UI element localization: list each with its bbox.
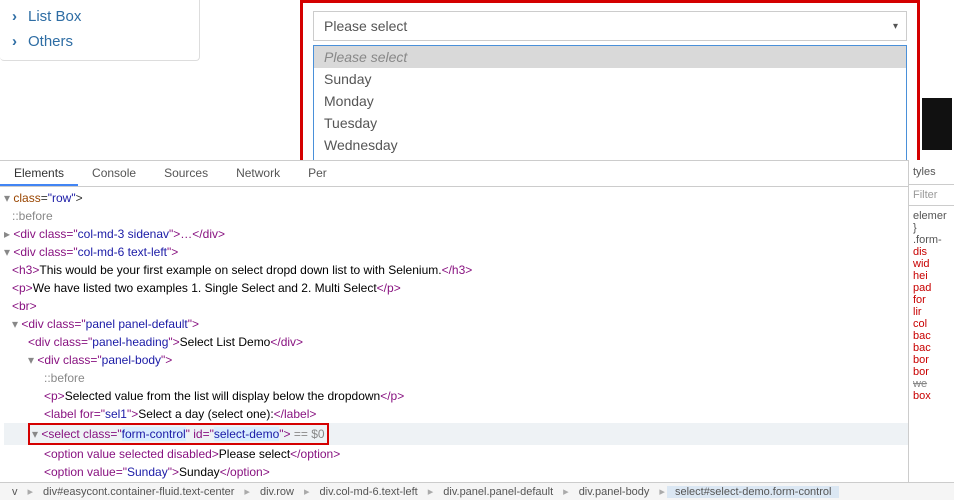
styles-pane: tyles Filter elemer } .form- dis wid hei…	[908, 160, 954, 482]
styles-prop: bor	[913, 354, 950, 366]
styles-header: tyles	[909, 160, 954, 185]
crumb[interactable]: div.col-md-6.text-left	[312, 486, 426, 498]
dom-line[interactable]: ▾ <div class="panel-body">	[4, 351, 908, 369]
chevron-right-icon: ›	[12, 33, 22, 50]
crumb[interactable]: div.row	[252, 486, 302, 498]
sidebar-item-label: Others	[28, 33, 73, 50]
devtools-tabs: Elements Console Sources Network Per	[0, 161, 954, 187]
tab-console[interactable]: Console	[78, 161, 150, 186]
select-option[interactable]: Sunday	[314, 68, 906, 90]
styles-prop: bor	[913, 366, 950, 378]
tab-network[interactable]: Network	[222, 161, 294, 186]
styles-prop: bac	[913, 342, 950, 354]
tab-sources[interactable]: Sources	[150, 161, 222, 186]
crumb-selected[interactable]: select#select-demo.form-control	[667, 486, 840, 498]
styles-prop: bac	[913, 330, 950, 342]
dom-line[interactable]: ▸ <div class="col-md-3 sidenav">…</div>	[4, 225, 908, 243]
dom-line[interactable]: <h3>This would be your first example on …	[4, 261, 908, 279]
styles-filter[interactable]: Filter	[909, 185, 954, 206]
styles-body: elemer } .form- dis wid hei pad for lir …	[909, 206, 954, 406]
select-option[interactable]: Wednesday	[314, 134, 906, 156]
tab-elements[interactable]: Elements	[0, 161, 78, 186]
breadcrumb: v▸ div#easycont.container-fluid.text-cen…	[0, 482, 954, 500]
styles-prop: lir	[913, 306, 950, 318]
dom-line[interactable]: <option value="Sunday">Sunday</option>	[4, 463, 908, 481]
crumb[interactable]: div#easycont.container-fluid.text-center	[35, 486, 242, 498]
styles-prop-strike: we	[913, 378, 950, 390]
crumb[interactable]: v	[4, 486, 26, 498]
dom-line-selected[interactable]: ▾ <select class="form-control" id="selec…	[4, 423, 908, 445]
sidebar: › List Box › Others	[0, 0, 200, 61]
styles-prop: hei	[913, 270, 950, 282]
select-dropdown[interactable]: Please select ▾	[313, 11, 907, 41]
styles-prop: pad	[913, 282, 950, 294]
dom-line[interactable]: ::before	[4, 207, 908, 225]
styles-rule: elemer	[913, 210, 950, 222]
dom-line[interactable]: ::before	[4, 369, 908, 387]
styles-prop: dis	[913, 246, 950, 258]
dom-line[interactable]: <option value selected disabled>Please s…	[4, 445, 908, 463]
dom-line[interactable]: ▾ <div class="col-md-6 text-left">	[4, 243, 908, 261]
caret-down-icon: ▾	[893, 21, 898, 32]
styles-prop: wid	[913, 258, 950, 270]
styles-prop: box	[913, 390, 950, 402]
select-value: Please select	[324, 18, 407, 34]
styles-prop: for	[913, 294, 950, 306]
tab-performance[interactable]: Per	[294, 161, 341, 186]
select-option[interactable]: Monday	[314, 90, 906, 112]
sidebar-item-label: List Box	[28, 8, 81, 25]
dom-line[interactable]: <br>	[4, 297, 908, 315]
dom-line[interactable]: <p>We have listed two examples 1. Single…	[4, 279, 908, 297]
dom-tree[interactable]: ▾ class="row"> ::before ▸ <div class="co…	[0, 187, 908, 482]
dom-line[interactable]: <label for="sel1">Select a day (select o…	[4, 405, 908, 423]
select-option[interactable]: Please select	[314, 46, 906, 68]
sidebar-item-others[interactable]: › Others	[0, 29, 199, 54]
crumb[interactable]: div.panel-body	[571, 486, 658, 498]
styles-rule: .form-	[913, 234, 950, 246]
styles-brace: }	[913, 222, 950, 234]
sidebar-item-list-box[interactable]: › List Box	[0, 4, 199, 29]
styles-prop: col	[913, 318, 950, 330]
devtools-panel: Elements Console Sources Network Per ▾ c…	[0, 160, 954, 482]
select-option[interactable]: Tuesday	[314, 112, 906, 134]
dom-line[interactable]: <div class="panel-heading">Select List D…	[4, 333, 908, 351]
dom-line[interactable]: ▾ <div class="panel panel-default">	[4, 315, 908, 333]
page-dark-strip	[922, 98, 952, 150]
crumb[interactable]: div.panel.panel-default	[435, 486, 561, 498]
chevron-right-icon: ›	[12, 8, 22, 25]
dom-line[interactable]: <p>Selected value from the list will dis…	[4, 387, 908, 405]
dom-line[interactable]: ▾ class="row">	[4, 189, 908, 207]
